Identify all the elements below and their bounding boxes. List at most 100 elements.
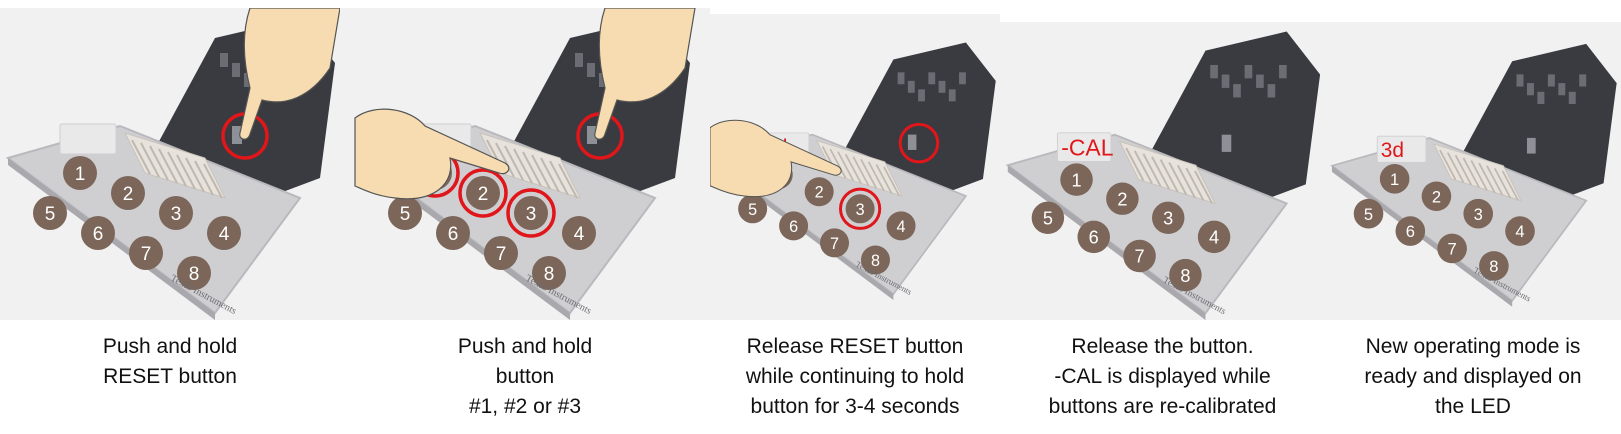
svg-text:6: 6 bbox=[789, 218, 798, 236]
touch-button-4: 4 bbox=[1505, 216, 1535, 246]
touch-button-7: 7 bbox=[1123, 239, 1156, 273]
svg-text:1: 1 bbox=[1390, 170, 1399, 189]
svg-text:1: 1 bbox=[75, 164, 86, 185]
step-panel: 1d12345678Texas InstrumentsRelease RESET… bbox=[710, 0, 1000, 434]
step-photo: -CAL 1 2 3 4 5 6 7 8 Texas Instruments bbox=[1000, 22, 1325, 320]
touch-button-3: 3 bbox=[845, 194, 875, 224]
svg-text:3: 3 bbox=[856, 201, 865, 219]
caption-line: button for 3-4 seconds bbox=[750, 395, 960, 418]
svg-text:7: 7 bbox=[830, 235, 839, 253]
touch-button-6: 6 bbox=[436, 216, 470, 250]
touch-button-4: 4 bbox=[207, 216, 241, 250]
touch-button-4: 4 bbox=[562, 216, 596, 250]
caption-line: Release the button. bbox=[1071, 335, 1254, 358]
step-photo: 12345678Texas Instruments bbox=[0, 8, 340, 320]
svg-text:7: 7 bbox=[141, 244, 152, 265]
svg-text:5: 5 bbox=[748, 201, 757, 219]
touch-button-2: 2 bbox=[1421, 181, 1452, 212]
touch-button-5: 5 bbox=[738, 194, 768, 224]
caption-line: New operating mode is bbox=[1365, 335, 1581, 358]
touch-button-3: 3 bbox=[1463, 198, 1494, 229]
svg-text:3: 3 bbox=[1474, 205, 1483, 224]
caption-line: -CAL is displayed while bbox=[1054, 365, 1271, 388]
svg-text:7: 7 bbox=[496, 244, 507, 265]
touch-button-5: 5 bbox=[388, 196, 422, 230]
touch-button-1: 1 bbox=[1379, 164, 1410, 194]
touch-button-5: 5 bbox=[1353, 198, 1384, 229]
svg-text:2: 2 bbox=[1117, 189, 1127, 209]
touch-button-6: 6 bbox=[1077, 220, 1110, 254]
touch-button-6: 6 bbox=[779, 211, 809, 241]
svg-text:4: 4 bbox=[897, 218, 906, 236]
touch-button-7: 7 bbox=[1437, 233, 1467, 264]
caption-line: buttons are re-calibrated bbox=[1048, 395, 1277, 418]
svg-text:2: 2 bbox=[478, 184, 489, 205]
step-caption: Push and hold RESET button bbox=[0, 332, 340, 392]
board-illustration: 12345678Texas Instruments bbox=[354, 8, 696, 320]
caption-line: ready and displayed on bbox=[1364, 365, 1582, 388]
touch-button-2: 2 bbox=[111, 176, 145, 210]
board-illustration: 1d12345678Texas Instruments bbox=[710, 42, 996, 301]
step-photo: 12345678Texas Instruments bbox=[340, 8, 710, 320]
step-caption: New operating mode is ready and displayed… bbox=[1325, 332, 1621, 422]
touch-button-2: 2 bbox=[466, 176, 500, 210]
touch-button-7: 7 bbox=[820, 228, 850, 258]
svg-text:5: 5 bbox=[1043, 208, 1053, 228]
svg-text:2: 2 bbox=[1432, 187, 1441, 206]
touch-button-5: 5 bbox=[1031, 201, 1065, 235]
svg-text:3: 3 bbox=[1163, 208, 1173, 228]
touch-button-2: 2 bbox=[804, 177, 834, 207]
touch-button-3: 3 bbox=[1151, 201, 1185, 235]
touch-button-1: 1 bbox=[1060, 163, 1093, 196]
touch-button-3: 3 bbox=[514, 196, 548, 230]
board-illustration: -CAL12345678Texas Instruments bbox=[1005, 31, 1321, 320]
step-photo: 3d 1 2 3 4 5 6 7 8 Texas Instruments bbox=[1325, 22, 1621, 320]
svg-text:5: 5 bbox=[1364, 205, 1373, 224]
step-panel: -CAL 1 2 3 4 5 6 7 8 Texas Instruments Release the… bbox=[1000, 0, 1325, 434]
caption-line: Release RESET button bbox=[746, 335, 964, 358]
step-panel: 12345678Texas InstrumentsPush and holdbu… bbox=[340, 0, 710, 434]
svg-text:4: 4 bbox=[1209, 228, 1219, 248]
svg-text:2: 2 bbox=[123, 184, 134, 205]
board-illustration: 12345678Texas Instruments bbox=[5, 8, 340, 320]
svg-text:7: 7 bbox=[1135, 247, 1145, 267]
svg-text:6: 6 bbox=[1089, 228, 1099, 248]
caption-line: Push and hold bbox=[102, 335, 238, 358]
touch-button-6: 6 bbox=[1395, 216, 1426, 246]
svg-text:2: 2 bbox=[815, 184, 824, 202]
step-photo: 1d12345678Texas Instruments bbox=[710, 14, 1000, 320]
caption-line: RESET button bbox=[103, 365, 237, 388]
caption-line: #1, #2 or #3 bbox=[468, 395, 582, 418]
svg-text:5: 5 bbox=[400, 204, 411, 225]
led-readout: 3d bbox=[1381, 139, 1404, 162]
touch-button-5: 5 bbox=[33, 196, 67, 230]
touch-button-7: 7 bbox=[484, 236, 518, 270]
step-caption: Push and hold button #1, #2 or #3 bbox=[340, 332, 710, 422]
touch-button-2: 2 bbox=[1106, 182, 1139, 215]
step-caption: Release RESET button while continuing to … bbox=[710, 332, 1000, 422]
svg-text:6: 6 bbox=[93, 224, 104, 245]
touch-button-4: 4 bbox=[886, 211, 916, 241]
touch-button-4: 4 bbox=[1197, 220, 1231, 254]
caption-line: Push and hold bbox=[457, 335, 593, 358]
caption-line: button bbox=[495, 365, 555, 388]
svg-text:6: 6 bbox=[1406, 222, 1415, 241]
touch-button-3: 3 bbox=[159, 196, 193, 230]
touch-button-6: 6 bbox=[81, 216, 115, 250]
step-panel: 3d 1 2 3 4 5 6 7 8 Texas Instruments New operating… bbox=[1325, 0, 1621, 434]
svg-text:7: 7 bbox=[1448, 240, 1457, 259]
led-readout: -CAL bbox=[1061, 135, 1113, 161]
svg-text:4: 4 bbox=[1515, 222, 1524, 241]
svg-text:3: 3 bbox=[171, 204, 182, 225]
step-caption: Release the button. -CAL is displayed whi… bbox=[1000, 332, 1325, 422]
led-display bbox=[59, 123, 117, 155]
svg-text:4: 4 bbox=[574, 224, 585, 245]
svg-text:6: 6 bbox=[448, 224, 459, 245]
board-illustration: 3d12345678Texas Instruments bbox=[1330, 43, 1617, 307]
svg-text:5: 5 bbox=[45, 204, 56, 225]
svg-text:3: 3 bbox=[526, 204, 537, 225]
touch-button-7: 7 bbox=[129, 236, 163, 270]
step-panel: 1 2 3 4 5 6 7 8 Texas Instruments Push and hold RE… bbox=[0, 0, 340, 434]
svg-text:1: 1 bbox=[1071, 170, 1081, 190]
caption-line: the LED bbox=[1435, 395, 1511, 418]
